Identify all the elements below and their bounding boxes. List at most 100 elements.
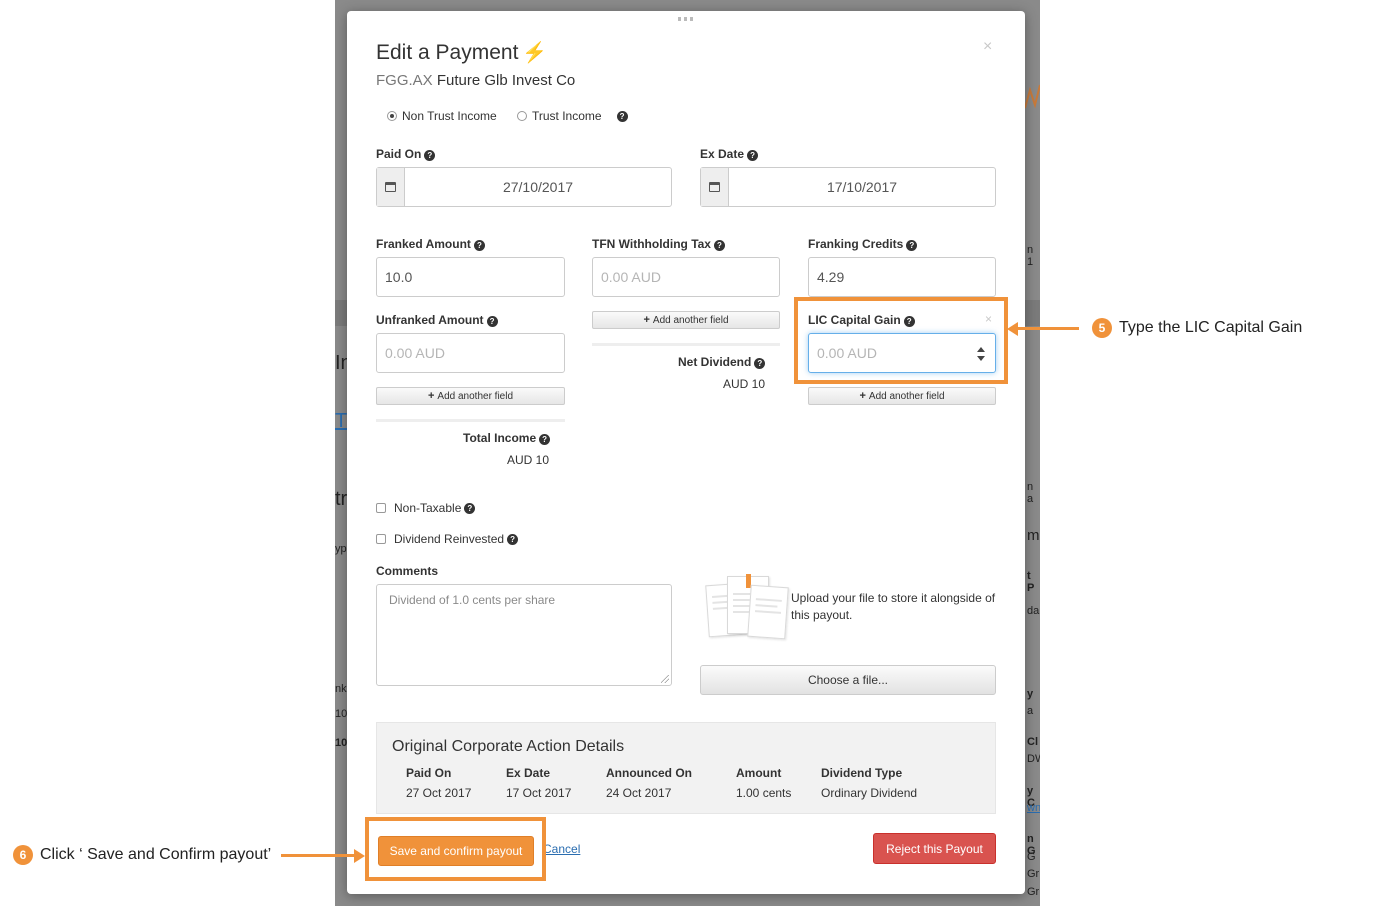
background-text: m <box>1027 527 1040 544</box>
step-5-text: Type the LIC Capital Gain <box>1119 319 1303 336</box>
original-corporate-action-panel: Original Corporate Action Details Paid O… <box>376 722 996 814</box>
reject-payout-button[interactable]: Reject this Payout <box>873 833 996 864</box>
help-icon[interactable]: ? <box>424 150 436 161</box>
close-icon[interactable]: × <box>983 38 992 56</box>
radio-label: Non Trust Income <box>402 109 497 123</box>
dividend-reinvested-label: Dividend Reinvested <box>394 532 505 546</box>
comments-label: Comments <box>376 564 439 578</box>
total-income-label: Total Income? <box>463 431 551 445</box>
total-income-value: AUD 10 <box>507 453 550 467</box>
step-5-badge: 5 <box>1092 318 1112 338</box>
franking-credits-input[interactable]: 4.29 <box>808 257 996 297</box>
background-text: n 1 <box>1027 244 1034 268</box>
background-text: da <box>1027 605 1040 617</box>
arrow-line <box>281 854 355 857</box>
background-text: Cl <box>1027 736 1038 748</box>
help-icon[interactable]: ? <box>473 240 485 251</box>
franked-amount-label: Franked Amount? <box>376 237 485 251</box>
original-dividend-type: Dividend Type Ordinary Dividend <box>821 766 918 800</box>
ex-date-input[interactable]: 17/10/2017 <box>700 167 996 207</box>
highlight-lic-capital-gain <box>794 297 1008 384</box>
company-name: Future Glb Invest Co <box>436 72 576 89</box>
help-icon[interactable]: ? <box>906 240 918 251</box>
original-amount: Amount 1.00 cents <box>736 766 792 800</box>
background-text: tr <box>335 488 348 510</box>
non-taxable-checkbox-row[interactable]: Non-Taxable? <box>376 501 476 515</box>
tfn-withholding-tax-label: TFN Withholding Tax? <box>592 237 725 251</box>
plus-icon: + <box>859 390 866 402</box>
background-text: t P <box>1027 570 1035 594</box>
net-dividend-value: AUD 10 <box>723 377 766 391</box>
franked-amount-input[interactable]: 10.0 <box>376 257 565 297</box>
non-taxable-label: Non-Taxable <box>394 501 462 515</box>
plus-icon: + <box>427 390 435 402</box>
background-text: nk <box>335 683 347 695</box>
background-link: wn <box>1027 802 1040 814</box>
background-text: Gr <box>1027 868 1040 880</box>
help-icon[interactable]: ? <box>539 434 551 445</box>
paid-on-value[interactable]: 27/10/2017 <box>405 168 671 206</box>
background-text: n a <box>1027 481 1034 505</box>
ex-date-value[interactable]: 17/10/2017 <box>729 168 995 206</box>
background-chart-line-icon <box>1025 84 1040 109</box>
comments-textarea[interactable]: Dividend of 1.0 cents per share <box>376 584 672 686</box>
background-text: y <box>1027 688 1034 700</box>
help-icon[interactable]: ? <box>507 533 519 545</box>
documents-illustration-icon <box>705 574 789 642</box>
radio-button-selected[interactable] <box>387 111 397 121</box>
non-taxable-checkbox[interactable] <box>376 503 386 513</box>
tfn-withholding-tax-input[interactable]: 0.00 AUD <box>592 257 780 297</box>
help-icon[interactable]: ? <box>713 240 725 251</box>
ex-date-label: Ex Date? <box>700 147 759 161</box>
calendar-icon-addon[interactable] <box>701 168 729 206</box>
background-text: Gr <box>1027 886 1040 898</box>
divider <box>376 419 565 422</box>
ticker-code: FGG.AX <box>376 72 433 89</box>
dividend-reinvested-checkbox[interactable] <box>376 534 386 544</box>
radio-button[interactable] <box>517 111 527 121</box>
cancel-link[interactable]: Cancel <box>543 842 580 856</box>
background-text: 10 <box>335 708 348 720</box>
dividend-reinvested-checkbox-row[interactable]: Dividend Reinvested? <box>376 532 519 546</box>
modal-title: Edit a Payment ⚡ <box>376 40 547 65</box>
resize-grip-icon[interactable] <box>661 675 669 683</box>
original-announced-on: Announced On 24 Oct 2017 <box>606 766 692 800</box>
background-text: 10 <box>335 737 348 749</box>
original-details-title: Original Corporate Action Details <box>392 738 625 755</box>
paid-on-date-input[interactable]: 27/10/2017 <box>376 167 672 207</box>
radio-label: Trust Income <box>532 109 602 123</box>
add-another-field-button[interactable]: + Add another field <box>808 387 996 405</box>
background-text: G <box>1027 851 1036 863</box>
radio-trust-income[interactable]: Trust Income ? <box>517 109 628 123</box>
security-subtitle: FGG.AX Future Glb Invest Co <box>376 72 575 89</box>
help-icon[interactable]: ? <box>754 358 766 369</box>
add-another-field-button[interactable]: + Add another field <box>376 387 565 405</box>
comments-text: Dividend of 1.0 cents per share <box>389 593 556 607</box>
unfranked-amount-input[interactable]: 0.00 AUD <box>376 333 565 373</box>
step-6-badge: 6 <box>13 845 33 865</box>
document-icon <box>747 584 789 640</box>
original-paid-on: Paid On 27 Oct 2017 <box>406 766 472 800</box>
arrow-line <box>1017 327 1079 330</box>
radio-non-trust-income[interactable]: Non Trust Income <box>387 109 497 123</box>
upload-instructions: Upload your file to store it alongside o… <box>791 591 996 622</box>
help-icon[interactable]: ? <box>464 502 476 514</box>
background-text: DW <box>1027 753 1040 765</box>
calendar-icon-addon[interactable] <box>377 168 405 206</box>
calendar-icon <box>709 182 720 192</box>
divider <box>592 343 780 346</box>
background-text: a <box>1027 705 1034 717</box>
unfranked-amount-label: Unfranked Amount? <box>376 313 498 327</box>
help-icon[interactable]: ? <box>616 110 628 122</box>
background-text: yp <box>335 543 347 555</box>
drag-handle[interactable] <box>678 17 694 21</box>
edit-payment-modal: × Edit a Payment ⚡ FGG.AX Future Glb Inve… <box>347 11 1025 894</box>
help-icon[interactable]: ? <box>486 316 498 327</box>
paid-on-label: Paid On? <box>376 147 436 161</box>
add-another-field-button[interactable]: + Add another field <box>592 311 780 329</box>
franking-credits-label: Franking Credits? <box>808 237 918 251</box>
choose-file-button[interactable]: Choose a file... <box>700 665 996 695</box>
modal-title-text: Edit a Payment <box>376 41 519 64</box>
highlight-save-button <box>365 817 546 881</box>
help-icon[interactable]: ? <box>747 150 759 161</box>
